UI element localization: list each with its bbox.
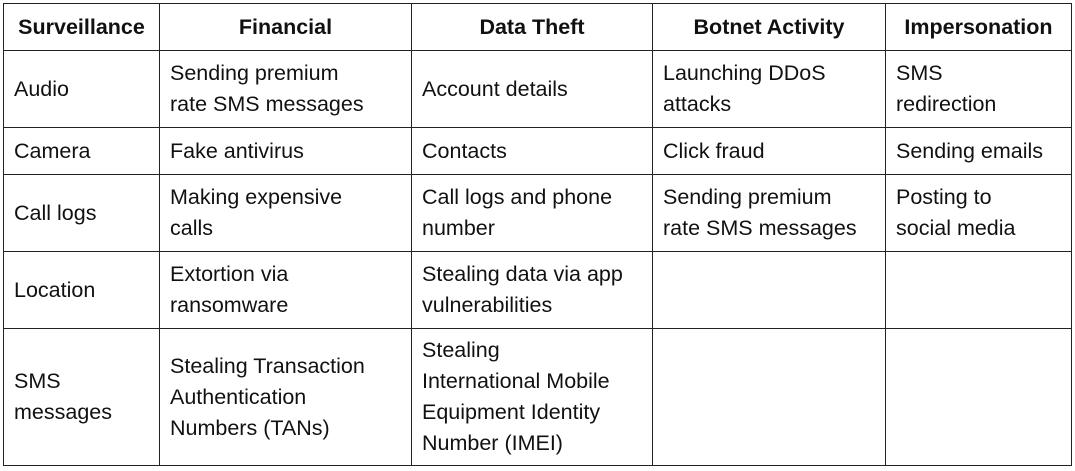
table-row: Location Extortion via ransomware Steali…	[3, 251, 1072, 329]
table-cell: Audio	[3, 50, 160, 128]
table-cell: Sending premium rate SMS messages	[159, 50, 412, 128]
table-cell: Extortion via ransomware	[159, 251, 412, 329]
header-impersonation: Impersonation	[885, 3, 1072, 51]
table-cell: Call logs	[3, 174, 160, 252]
table-cell: Sending premium rate SMS messages	[652, 174, 886, 252]
table-cell: Making expensive calls	[159, 174, 412, 252]
table-cell	[652, 251, 886, 329]
table-cell: Call logs and phone number	[411, 174, 653, 252]
table-row: Camera Fake antivirus Contacts Click fra…	[3, 127, 1072, 175]
table-cell: SMS messages	[3, 328, 160, 466]
table-cell: Fake antivirus	[159, 127, 412, 175]
header-surveillance: Surveillance	[3, 3, 160, 51]
table-cell	[652, 328, 886, 466]
table-row: Call logs Making expensive calls Call lo…	[3, 174, 1072, 252]
header-financial: Financial	[159, 3, 412, 51]
table-cell: SMS redirection	[885, 50, 1072, 128]
header-botnet-activity: Botnet Activity	[652, 3, 886, 51]
table-cell: Stealing data via app vulnerabilities	[411, 251, 653, 329]
threat-category-table: Surveillance Financial Data Theft Botnet…	[3, 3, 1072, 466]
table-cell: Posting to social media	[885, 174, 1072, 252]
table-row: Audio Sending premium rate SMS messages …	[3, 50, 1072, 128]
table-cell: Stealing Transaction Authentication Numb…	[159, 328, 412, 466]
table-cell: Contacts	[411, 127, 653, 175]
header-row: Surveillance Financial Data Theft Botnet…	[3, 3, 1072, 51]
table-body: Audio Sending premium rate SMS messages …	[3, 50, 1072, 466]
table-row: SMS messages Stealing Transaction Authen…	[3, 328, 1072, 466]
table-cell	[885, 328, 1072, 466]
header-data-theft: Data Theft	[411, 3, 653, 51]
table-cell: Camera	[3, 127, 160, 175]
table-header: Surveillance Financial Data Theft Botnet…	[3, 3, 1072, 51]
table-cell: Click fraud	[652, 127, 886, 175]
table-cell: Stealing International Mobile Equipment …	[411, 328, 653, 466]
table-cell: Account details	[411, 50, 653, 128]
table-cell: Location	[3, 251, 160, 329]
table-cell	[885, 251, 1072, 329]
table-cell: Launching DDoS attacks	[652, 50, 886, 128]
table-cell: Sending emails	[885, 127, 1072, 175]
